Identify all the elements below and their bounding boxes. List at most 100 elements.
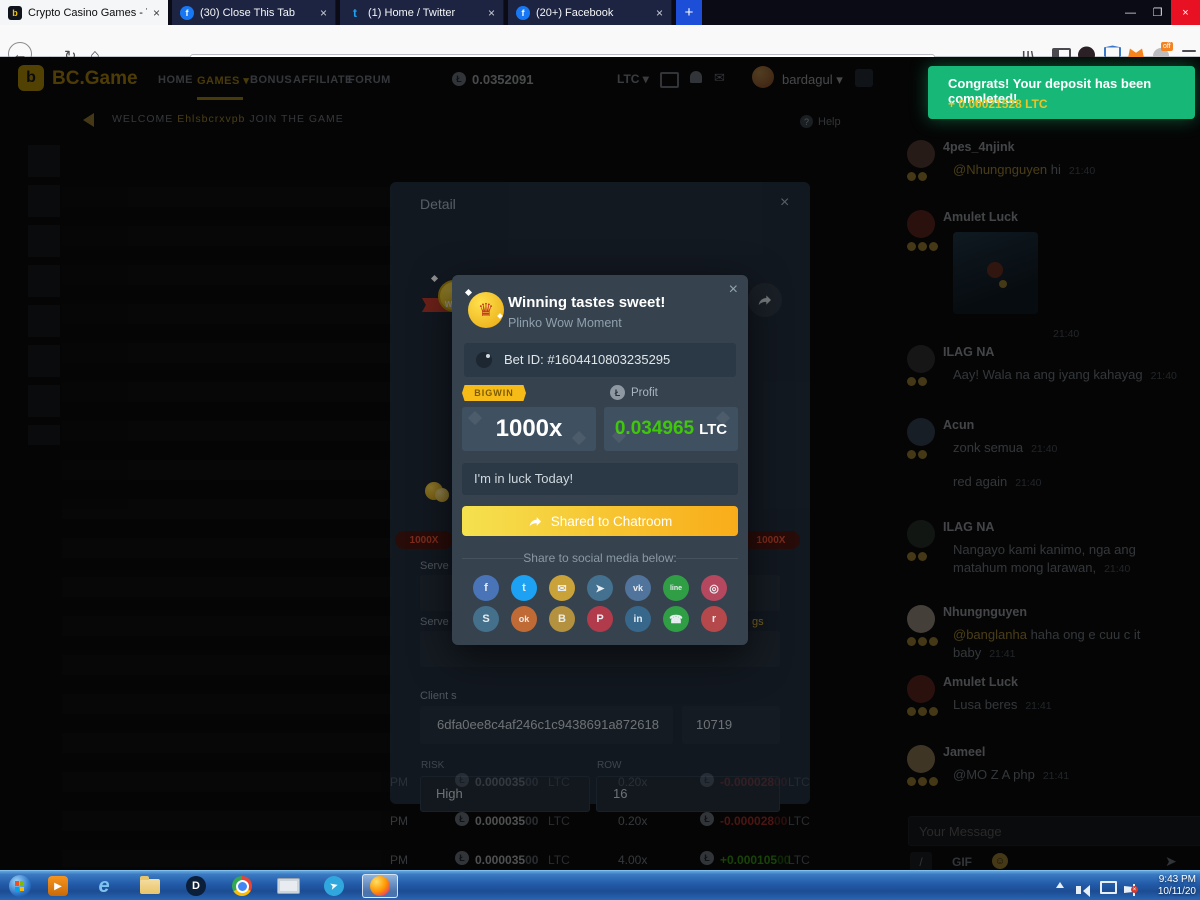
row-value: 16: [613, 786, 627, 801]
chat-username[interactable]: ILAG NA: [943, 520, 1197, 534]
linkedin-icon[interactable]: in: [625, 606, 651, 632]
vk-icon[interactable]: vk: [625, 575, 651, 601]
avatar[interactable]: [907, 345, 935, 373]
betlogs-link-fragment[interactable]: gs: [752, 616, 764, 628]
line-icon[interactable]: line: [663, 575, 689, 601]
skype-icon[interactable]: S: [473, 606, 499, 632]
plinko-ball-icon: [476, 352, 492, 368]
chat-image-attachment[interactable]: [953, 232, 1038, 314]
slash-command-button[interactable]: /: [910, 852, 932, 870]
window-maximize-button[interactable]: ❐: [1144, 0, 1171, 25]
chat-username[interactable]: Amulet Luck: [943, 210, 1197, 224]
network-icon[interactable]: [1100, 881, 1117, 894]
multiplier-value: 1000x: [496, 415, 563, 443]
ltc-coin-icon: Ł: [610, 385, 625, 400]
tab-close-icon[interactable]: ×: [656, 6, 663, 20]
chat-input[interactable]: [908, 816, 1200, 846]
chat-username[interactable]: Nhungnguyen: [943, 605, 1197, 619]
pinterest-icon[interactable]: P: [587, 606, 613, 632]
twitter-icon[interactable]: t: [511, 575, 537, 601]
file-explorer-icon[interactable]: [138, 874, 162, 898]
tab-facebook-1[interactable]: f (30) Close This Tab ×: [172, 0, 336, 25]
tab-close-icon[interactable]: ×: [153, 6, 160, 20]
chat-message: ILAG NA Aay! Wala na ang iyang kahayag21…: [905, 345, 1197, 384]
bet-id-value: Bet ID: #1604410803235295: [504, 352, 670, 367]
chat-time: 21:40: [1053, 328, 1079, 340]
chat-username[interactable]: Jameel: [943, 745, 1197, 759]
avatar[interactable]: [907, 605, 935, 633]
chat-text: @Nhungnguyen hi21:40: [953, 161, 1197, 179]
chat-text: Lusa beres21:41: [953, 696, 1197, 714]
chat-username[interactable]: 4pes_4njink: [943, 140, 1197, 154]
chat-text: @banglanha haha ong e cuu c it baby21:41: [953, 626, 1197, 661]
action-center-flag-icon[interactable]: ×: [1124, 880, 1135, 898]
instagram-icon[interactable]: ◎: [701, 575, 727, 601]
email-icon[interactable]: ✉: [549, 575, 575, 601]
chat-username[interactable]: Acun: [943, 418, 1197, 432]
profit-box: 0.034965 LTC: [604, 407, 738, 451]
user-badges: [907, 450, 929, 459]
send-message-icon[interactable]: ➤: [1165, 853, 1177, 870]
taskbar-clock[interactable]: 9:43 PM 10/11/20: [1140, 874, 1196, 898]
share-icon[interactable]: [748, 283, 782, 317]
avatar[interactable]: [907, 675, 935, 703]
user-badges: [907, 707, 940, 716]
on-screen-keyboard-icon[interactable]: [276, 874, 300, 898]
avatar[interactable]: [907, 520, 935, 548]
chat-username[interactable]: ILAG NA: [943, 345, 1197, 359]
tab-title: (20+) Facebook: [536, 7, 650, 19]
share-to-chatroom-button[interactable]: Shared to Chatroom: [462, 506, 738, 536]
bet-id-box: Bet ID: #1604410803235295: [464, 343, 736, 377]
avatar[interactable]: [907, 418, 935, 446]
user-badges: [907, 637, 940, 646]
modal-title: Detail: [420, 196, 456, 212]
toast-amount: + 0.00021528 LTC: [948, 97, 1048, 111]
window-close-button[interactable]: ×: [1171, 0, 1200, 25]
avatar[interactable]: [907, 745, 935, 773]
tray-expand-icon[interactable]: [1056, 878, 1064, 888]
odnoklassniki-icon[interactable]: ok: [511, 606, 537, 632]
bitcointalk-icon[interactable]: B: [549, 606, 575, 632]
multiplier-pill: 1000X: [395, 531, 453, 549]
digibyte-icon[interactable]: D: [184, 874, 208, 898]
volume-icon[interactable]: [1076, 881, 1090, 899]
chat-text: red again21:40: [953, 473, 1197, 491]
risk-value-box: High: [420, 776, 590, 812]
share-message-text: I'm in luck Today!: [474, 471, 573, 486]
new-tab-button[interactable]: +: [676, 0, 702, 25]
firefox-taskbar-active[interactable]: [362, 874, 398, 898]
chat-message: Amulet Luck Lusa beres21:41: [905, 675, 1197, 714]
reddit-icon[interactable]: r: [701, 606, 727, 632]
emoji-button[interactable]: ☺: [992, 853, 1008, 869]
tab-bcgame[interactable]: b Crypto Casino Games - The 16 ×: [0, 0, 168, 25]
chrome-icon[interactable]: [230, 874, 254, 898]
tab-twitter[interactable]: t (1) Home / Twitter ×: [340, 0, 504, 25]
windows-taskbar: ▶ e D ➤ × 9:43 PM 10/11/20: [0, 870, 1200, 900]
share-message-box[interactable]: I'm in luck Today!: [462, 463, 738, 495]
card-close-icon[interactable]: ×: [729, 281, 738, 299]
chat-username[interactable]: Amulet Luck: [943, 675, 1197, 689]
telegram-icon[interactable]: ➤: [322, 874, 346, 898]
share-arrow-icon: [528, 514, 543, 529]
chat-text: Nangayo kami kanimo, nga ang matahum mon…: [953, 541, 1173, 576]
gif-button[interactable]: GIF: [952, 855, 972, 869]
screen: b Crypto Casino Games - The 16 × f (30) …: [0, 0, 1200, 900]
social-icons-row-1: f t ✉ ➤ vk line ◎: [473, 575, 727, 601]
chat-message: Nhungnguyen @banglanha haha ong e cuu c …: [905, 605, 1197, 661]
facebook-icon[interactable]: f: [473, 575, 499, 601]
whatsapp-icon[interactable]: ☎: [663, 606, 689, 632]
telegram-icon[interactable]: ➤: [587, 575, 613, 601]
media-player-icon[interactable]: ▶: [46, 874, 70, 898]
start-button[interactable]: [8, 874, 32, 898]
avatar[interactable]: [907, 140, 935, 168]
tab-facebook-2[interactable]: f (20+) Facebook ×: [508, 0, 672, 25]
modal-close-icon[interactable]: ×: [780, 194, 789, 212]
tab-title: (30) Close This Tab: [200, 7, 314, 19]
avatar[interactable]: [907, 210, 935, 238]
tab-close-icon[interactable]: ×: [488, 6, 495, 20]
deposit-toast[interactable]: Congrats! Your deposit has been complete…: [928, 66, 1195, 119]
window-minimize-button[interactable]: —: [1117, 0, 1144, 25]
internet-explorer-icon[interactable]: e: [92, 874, 116, 898]
chat-message: ILAG NA Nangayo kami kanimo, nga ang mat…: [905, 520, 1197, 576]
tab-close-icon[interactable]: ×: [320, 6, 327, 20]
